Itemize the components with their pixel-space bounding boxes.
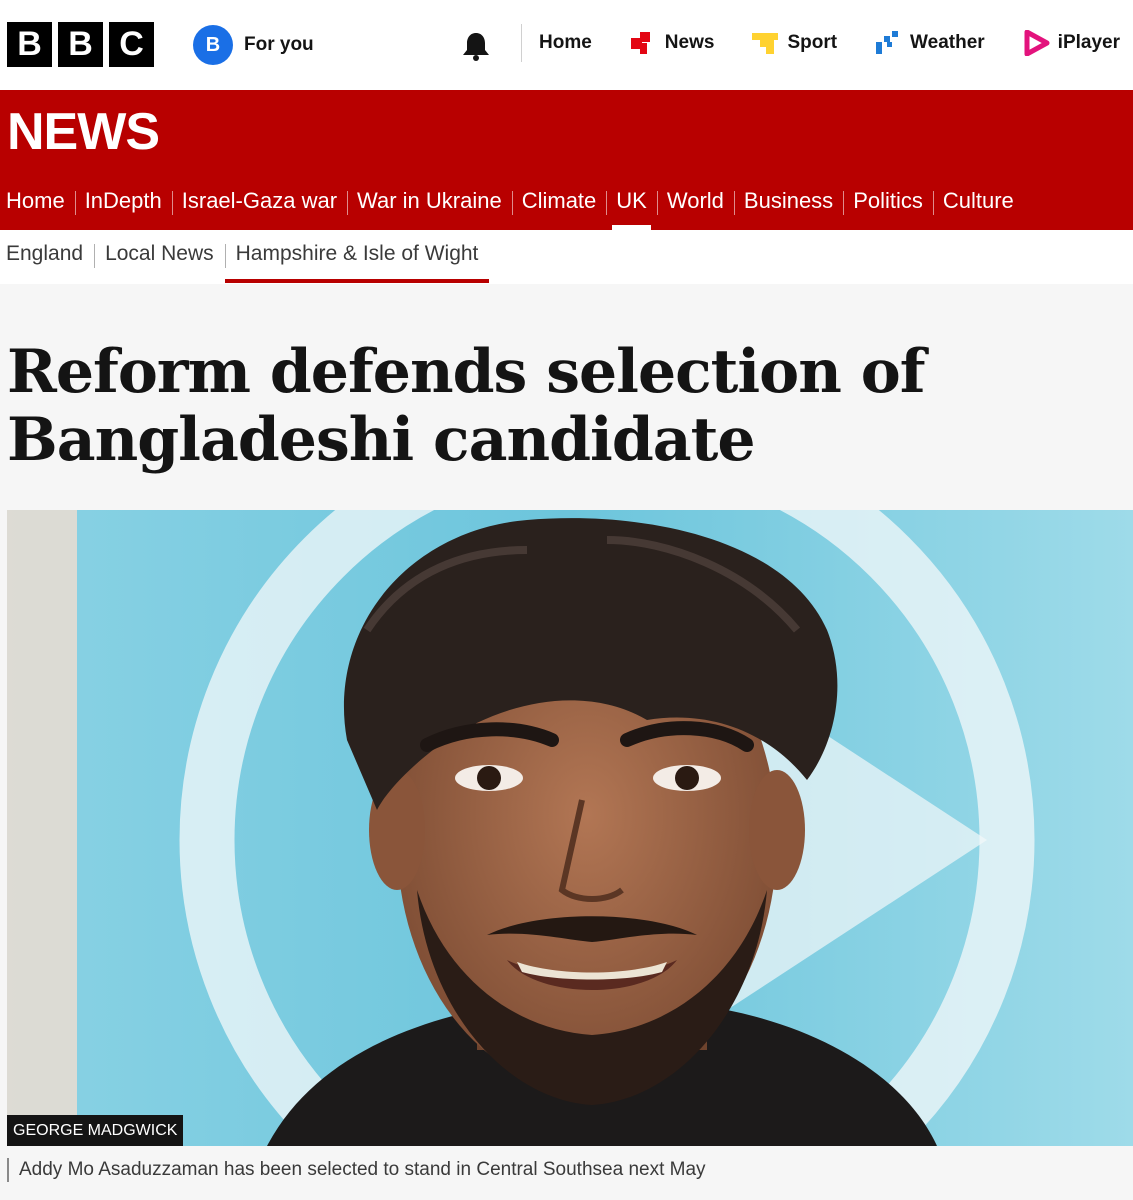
nav-home-label: Home xyxy=(539,32,592,53)
nav-sport[interactable]: Sport xyxy=(752,30,837,56)
bbc-logo-letter-b2: B xyxy=(58,22,103,67)
subnav-item-england[interactable]: England xyxy=(0,230,94,284)
header-divider xyxy=(521,24,522,62)
caption-marker xyxy=(7,1158,9,1182)
bbc-logo-letter-b1: B xyxy=(7,22,52,67)
image-credit: GEORGE MADGWICK xyxy=(7,1115,184,1146)
nav-home[interactable]: Home xyxy=(539,32,592,54)
for-you-button[interactable]: B For you xyxy=(193,25,314,65)
nav-iplayer[interactable]: iPlayer xyxy=(1023,29,1120,57)
news-icon xyxy=(630,30,658,56)
bbc-logo-letter-c: C xyxy=(109,22,154,67)
nav-weather-label: Weather xyxy=(910,32,985,53)
weather-icon xyxy=(875,30,903,56)
sub-nav: England Local News Hampshire & Isle of W… xyxy=(0,230,1133,284)
nav-iplayer-label: iPlayer xyxy=(1057,32,1120,53)
nav-sport-label: Sport xyxy=(787,32,838,53)
subnav-item-local-news[interactable]: Local News xyxy=(94,230,225,284)
mainnav-item-uk[interactable]: UK xyxy=(606,182,657,230)
nav-weather[interactable]: Weather xyxy=(875,30,985,56)
global-header: B B C B For you Home News Sport Weather … xyxy=(0,0,1133,90)
mainnav-item-business[interactable]: Business xyxy=(733,182,843,230)
news-wordmark[interactable]: NEWS xyxy=(7,102,160,162)
mainnav-item-war-in-ukraine[interactable]: War in Ukraine xyxy=(347,182,512,230)
article-image: GEORGE MADGWICK xyxy=(7,510,1133,1146)
iplayer-icon xyxy=(1023,29,1051,57)
mainnav-item-politics[interactable]: Politics xyxy=(843,182,933,230)
account-avatar: B xyxy=(193,25,233,65)
nav-news[interactable]: News xyxy=(630,30,715,56)
mainnav-item-israel-gaza-war[interactable]: Israel-Gaza war xyxy=(171,182,347,230)
nav-news-label: News xyxy=(664,32,715,53)
article-headline: Reform defends selection of Bangladeshi … xyxy=(7,337,926,475)
portrait-illustration xyxy=(7,510,1133,1146)
sport-icon xyxy=(752,30,780,56)
mainnav-item-culture[interactable]: Culture xyxy=(932,182,1024,230)
mainnav-item-indepth[interactable]: InDepth xyxy=(74,182,172,230)
bbc-logo[interactable]: B B C xyxy=(7,22,154,67)
bell-icon[interactable] xyxy=(459,30,493,62)
mainnav-item-home[interactable]: Home xyxy=(0,182,75,230)
news-main-nav: Home InDepth Israel-Gaza war War in Ukra… xyxy=(0,182,1024,230)
image-caption-text: Addy Mo Asaduzzaman has been selected to… xyxy=(19,1159,706,1180)
for-you-label: For you xyxy=(244,34,314,55)
mainnav-item-world[interactable]: World xyxy=(656,182,734,230)
mainnav-item-climate[interactable]: Climate xyxy=(511,182,607,230)
global-nav: Home News Sport Weather iPlayer xyxy=(539,29,1120,57)
subnav-item-hampshire[interactable]: Hampshire & Isle of Wight xyxy=(224,230,490,284)
news-banner: NEWS Home InDepth Israel-Gaza war War in… xyxy=(0,90,1133,230)
image-caption: Addy Mo Asaduzzaman has been selected to… xyxy=(7,1158,706,1182)
